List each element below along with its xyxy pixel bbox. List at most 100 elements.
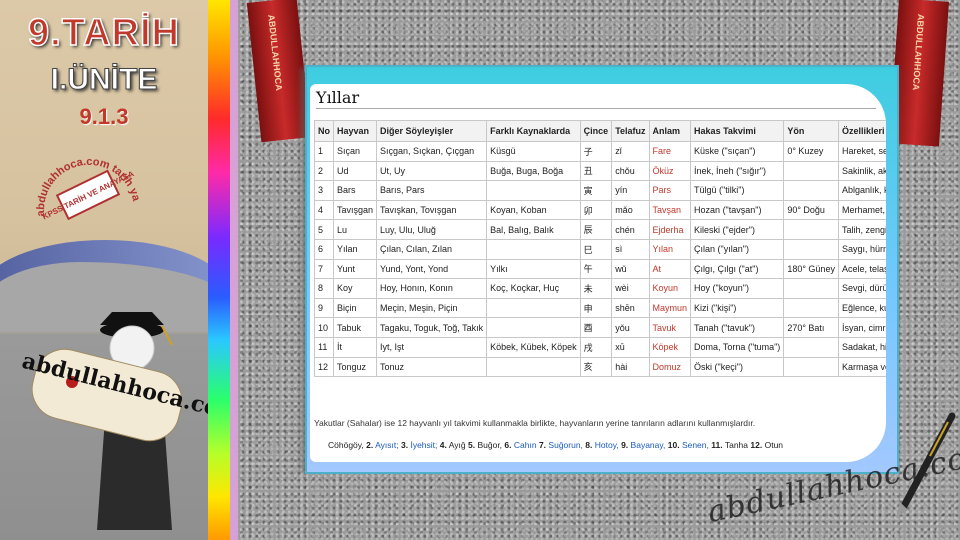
- table-cell: [783, 160, 839, 182]
- sahalar-item: 4.: [439, 440, 447, 450]
- table-cell: [783, 278, 839, 299]
- table-cell: İnek, İneh ("sığır"): [690, 160, 785, 182]
- table-cell: Tabuk: [332, 317, 378, 338]
- table-cell: 子: [579, 141, 613, 162]
- table-cell: Bars: [332, 180, 378, 201]
- table-cell: Sıçgan, Sıçkan, Çıçgan: [376, 141, 488, 162]
- sahalar-item: Tanha: [724, 440, 749, 450]
- col-no: No: [314, 120, 334, 142]
- table-cell: Bal, Balıg, Balık: [486, 219, 581, 240]
- table-cell: Sevgi, dürüstlük,çokluk.: [837, 278, 886, 299]
- table-cell: Küsgü: [486, 141, 581, 162]
- table-cell: Ablganlık, kavga.: [837, 180, 886, 201]
- table-cell: wèi: [611, 278, 650, 299]
- table-cell: Tavışgan: [332, 199, 378, 221]
- stamp-logo: abdullahhoca.com tarih yazıyor KPSS TARİ…: [15, 131, 143, 221]
- sahalar-item: 5.: [468, 440, 476, 450]
- left-ribbon-text: ABDULLAHHOCA: [266, 13, 285, 92]
- table-cell: 4: [314, 199, 334, 221]
- sahalar-item: 6.: [504, 440, 512, 450]
- sahalar-item: 12.: [750, 440, 763, 450]
- table-cell: Koy: [332, 278, 378, 299]
- sahalar-item: Otun: [764, 440, 784, 450]
- animal-years-table: No Hayvan Diğer Söyleyişler Farklı Kayna…: [314, 120, 886, 378]
- table-cell: 8: [314, 278, 334, 299]
- rainbow-divider: [208, 0, 230, 540]
- table-cell: İsyan, cimrilik.: [837, 317, 886, 338]
- table-cell: Kizi ("kişi"): [690, 297, 785, 319]
- table-cell: [783, 297, 839, 319]
- document-title: Yıllar: [316, 88, 360, 107]
- table-cell: Hoy ("koyun"): [690, 278, 785, 299]
- table-cell: Tavuk: [648, 317, 692, 338]
- table-cell: chén: [611, 219, 650, 240]
- table-cell: Köpek: [648, 336, 692, 358]
- table-cell: 亥: [579, 356, 613, 378]
- table-cell: Talih, zenginlik.: [837, 219, 886, 240]
- table-cell: Tanah ("tavuk"): [690, 317, 785, 338]
- table-cell: 未: [579, 278, 613, 299]
- sahalar-item: 2.: [366, 440, 374, 450]
- table-cell: Yılkı: [486, 258, 581, 280]
- pink-strip-divider: [230, 0, 238, 540]
- sahalar-item: 10.: [667, 440, 680, 450]
- table-row: 12 Tonguz Tonuz 亥 hài Domuz Öski ("keçi") Karma…: [314, 356, 886, 378]
- table-cell: Sadakat, hissiyat.: [837, 336, 886, 358]
- table-cell: Öski ("keçi"): [690, 356, 785, 378]
- table-cell: Çılan ("yılan"): [690, 238, 785, 260]
- table-cell: Karmaşa ve sükunet.: [837, 356, 886, 378]
- table-cell: Yılan: [648, 238, 692, 260]
- table-cell: 申: [579, 297, 613, 319]
- table-cell: [486, 356, 581, 378]
- table-cell: Hareket, sezgi.: [837, 141, 886, 162]
- table-row: 7 Yunt Yund, Yont, Yond Yılkı 午 wǔ At Çılgı, Çı…: [314, 258, 886, 280]
- table-cell: Ud: [332, 160, 378, 182]
- table-cell: Hozan ("tavşan"): [690, 199, 785, 221]
- table-cell: xū: [611, 336, 650, 358]
- table-cell: 7: [314, 258, 334, 280]
- table-cell: 6: [314, 238, 334, 260]
- sahalar-item: Hotoy,: [594, 440, 619, 450]
- table-cell: 辰: [579, 219, 613, 240]
- title-rule: [316, 108, 876, 109]
- table-cell: [783, 180, 839, 201]
- table-cell: 180° Güney: [783, 258, 839, 280]
- table-cell: Luy, Ulu, Uluğ: [376, 219, 488, 240]
- left-panel: 9.TARİH I.ÜNİTE 9.1.3 abdullahhoca.com t…: [0, 0, 208, 540]
- table-cell: Barıs, Pars: [376, 180, 488, 201]
- table-cell: 5: [314, 219, 334, 240]
- table-cell: Meçin, Meşin, Piçin: [376, 297, 488, 319]
- table-cell: 2: [314, 160, 334, 182]
- table-cell: Fare: [648, 141, 692, 162]
- table-cell: Tavışkan, Tovışgan: [376, 199, 488, 221]
- table-cell: 3: [314, 180, 334, 201]
- table-cell: Koyan, Koban: [486, 199, 581, 221]
- table-cell: 1: [314, 141, 334, 162]
- table-cell: 午: [579, 258, 613, 280]
- sahalar-item: Suğorun,: [548, 440, 583, 450]
- sahalar-item: 8.: [585, 440, 593, 450]
- sahalar-list: Cöhögöy, 2. Ayısıt; 3. İyehsit; 4. Ayığ …: [328, 440, 783, 450]
- table-cell: yǒu: [611, 317, 650, 338]
- table-cell: 丑: [579, 160, 613, 182]
- table-cell: Hoy, Honın, Konın: [376, 278, 488, 299]
- table-cell: Çılan, Cılan, Zılan: [376, 238, 488, 260]
- table-cell: 酉: [579, 317, 613, 338]
- table-cell: Ejderha: [648, 219, 692, 240]
- table-cell: Maymun: [648, 297, 692, 319]
- table-cell: yín: [611, 180, 650, 201]
- sahalar-item: Senen,: [681, 440, 709, 450]
- sahalar-item: Ayısıt;: [375, 440, 399, 450]
- sahalar-item: İyehsit;: [410, 440, 438, 450]
- table-cell: At: [648, 258, 692, 280]
- table-cell: Köbek, Kübek, Köpek: [486, 336, 581, 358]
- table-cell: Acele, telaş, sürat.: [837, 258, 886, 280]
- table-cell: Ut, Uy: [376, 160, 488, 182]
- table-cell: Merhamet, korkaklık.: [837, 199, 886, 221]
- sahalar-item: Cahın: [513, 440, 537, 450]
- table-cell: Yılan: [332, 238, 378, 260]
- table-cell: Buğa, Buga, Boğa: [486, 160, 581, 182]
- table-cell: 卯: [579, 199, 613, 221]
- table-cell: 90° Doğu: [783, 199, 839, 221]
- table-row: 5 Lu Luy, Ulu, Uluğ Bal, Balıg, Balık 辰 chén E…: [314, 219, 886, 240]
